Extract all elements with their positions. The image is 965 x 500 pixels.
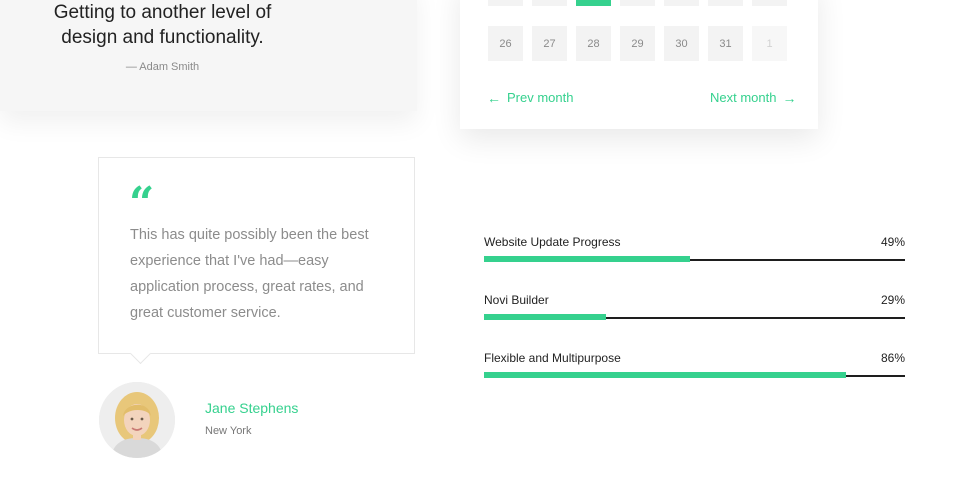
calendar-day[interactable]: 24 (708, 0, 743, 6)
progress-fill (484, 372, 847, 378)
next-month-label: Next month (710, 90, 777, 105)
calendar-day[interactable]: 19 (488, 0, 523, 6)
calendar-card: 19 20 21 22 23 24 25 26 27 28 29 30 31 1… (460, 0, 818, 129)
progress-value: 29% (880, 293, 905, 307)
progress-item: Flexible and Multipurpose 86% (484, 351, 905, 381)
calendar-day[interactable]: 27 (532, 26, 567, 61)
calendar-day[interactable]: 29 (620, 26, 655, 61)
progress-item: Novi Builder 29% (484, 293, 905, 323)
arrow-right-icon: → (782, 89, 797, 106)
calendar-day[interactable]: 25 (752, 0, 787, 6)
progress-fill (484, 314, 607, 320)
arrow-left-icon: ← (487, 89, 501, 106)
top-quote-line-2: design and functionality. (61, 27, 264, 48)
progress-value: 49% (880, 235, 905, 249)
top-quote-text: Getting to another level of design and f… (20, 0, 305, 50)
avatar (99, 382, 175, 458)
progress-label: Website Update Progress (484, 235, 621, 249)
calendar-day[interactable]: 31 (708, 26, 743, 61)
avatar-portrait-icon (99, 382, 175, 458)
testimonial-author-name: Jane Stephens (205, 400, 299, 416)
calendar-day[interactable]: 20 (532, 0, 567, 6)
testimonial-text: This has quite possibly been the best ex… (130, 227, 369, 321)
progress-label: Novi Builder (484, 293, 549, 307)
testimonial-author-city: New York (205, 425, 252, 437)
calendar-day[interactable]: 22 (620, 0, 655, 6)
top-quote-card: Getting to another level of design and f… (0, 0, 417, 111)
progress-item: Website Update Progress 49% (484, 235, 905, 265)
progress-fill (484, 256, 691, 262)
testimonial-card: “ This has quite possibly been the best … (98, 157, 415, 354)
next-month-link[interactable]: Next month → (710, 90, 796, 105)
progress-track (484, 256, 905, 262)
calendar-day-selected[interactable]: 21 (576, 0, 611, 6)
calendar-day[interactable]: 28 (576, 26, 611, 61)
prev-month-link[interactable]: ← Prev month (487, 90, 573, 105)
calendar-day[interactable]: 23 (664, 0, 699, 6)
progress-track (484, 372, 905, 378)
prev-month-label: Prev month (507, 90, 574, 105)
top-quote-author: — Adam Smith (125, 61, 200, 73)
progress-value: 86% (880, 351, 905, 365)
calendar-day[interactable]: 26 (488, 26, 523, 61)
calendar-day-next-month[interactable]: 1 (752, 26, 787, 61)
calendar-day[interactable]: 30 (664, 26, 699, 61)
top-quote-line-1: Getting to another level of (53, 2, 272, 23)
quote-icon: “ (129, 178, 155, 229)
progress-label: Flexible and Multipurpose (484, 351, 621, 365)
progress-track (484, 314, 905, 320)
